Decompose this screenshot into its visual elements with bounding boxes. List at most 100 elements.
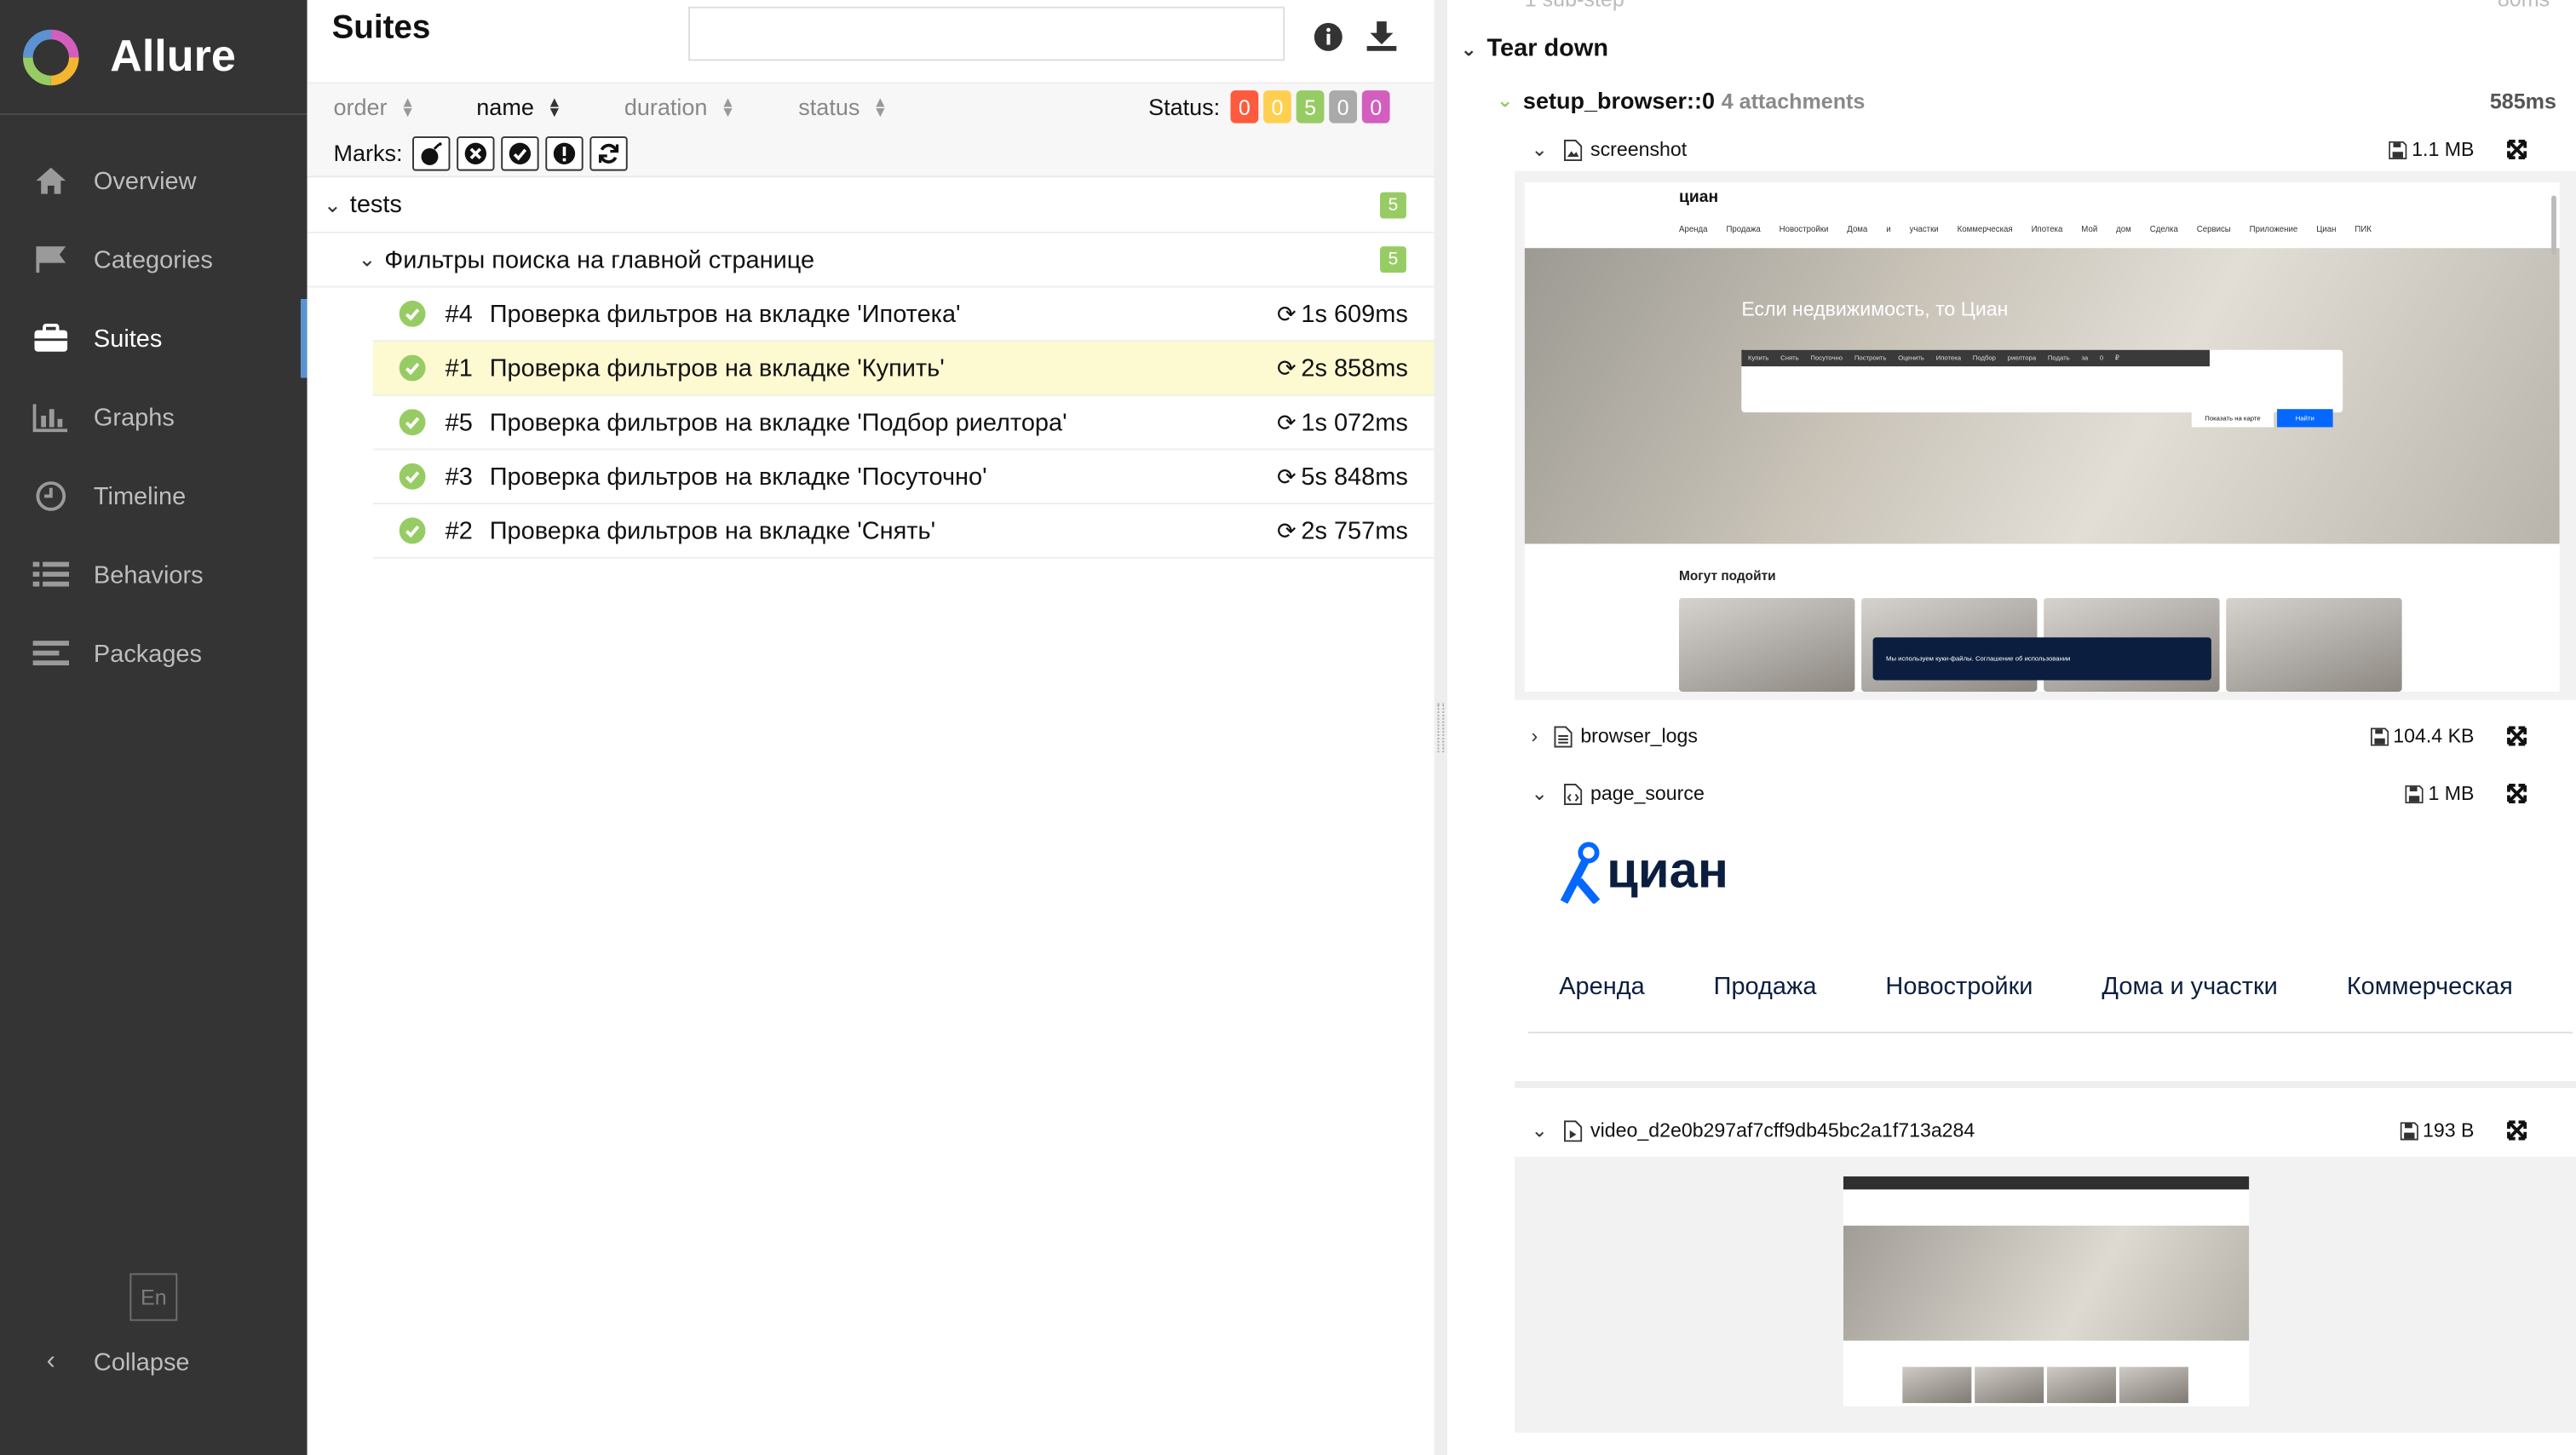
- status-failed-toggle[interactable]: 0: [1230, 90, 1259, 124]
- attachment-video[interactable]: ⌄ video_d2e0b297af7cff9db45bc2a1f713a284…: [1531, 1114, 2550, 1147]
- sidebar-item-label: Overview: [93, 166, 197, 195]
- teardown-label: Tear down: [1486, 34, 1609, 63]
- video-preview[interactable]: [1515, 1156, 2576, 1433]
- expand-icon[interactable]: [2507, 139, 2527, 160]
- chevron-down-icon: ⌄: [1496, 89, 1514, 112]
- tree-node-tests[interactable]: ⌄ tests 5: [307, 177, 1435, 233]
- search-input[interactable]: [688, 6, 1285, 61]
- listing-thumbnail: [1679, 598, 1855, 692]
- hero-tabs: Купить Снять Посуточно Построить Оценить…: [1741, 349, 2210, 367]
- sidebar-item-suites[interactable]: Suites: [0, 299, 308, 378]
- mark-new-broken-toggle[interactable]: [545, 136, 584, 171]
- test-number: #3: [445, 462, 473, 491]
- sidebar-item-graphs[interactable]: Graphs: [0, 378, 308, 457]
- expand-icon[interactable]: [2507, 783, 2527, 804]
- count-badge: 5: [1380, 191, 1406, 218]
- download-icon[interactable]: [1364, 18, 1400, 54]
- test-row[interactable]: #1 Проверка фильтров на вкладке 'Купить'…: [372, 342, 1435, 396]
- cian-logo: циан: [1679, 188, 1719, 208]
- sort-bar: order ▲ ▼ name ▲ ▼ duration ▲ ▼ status ▲ ▼ S…: [307, 82, 1435, 132]
- sidebar-item-packages[interactable]: Packages: [0, 614, 308, 693]
- test-duration: ⟳ 2s 757ms: [1277, 517, 1408, 545]
- screenshot-preview[interactable]: циан Аренда Продажа Новостройки Дома и у…: [1515, 170, 2576, 700]
- attachment-size: 1.1 MB: [2389, 138, 2474, 161]
- duration-value: 1s 609ms: [1301, 299, 1408, 328]
- test-row[interactable]: #2 Проверка фильтров на вкладке 'Снять' …: [372, 504, 1435, 559]
- video-player[interactable]: [1843, 1176, 2250, 1406]
- mark-flaky-toggle[interactable]: [412, 136, 451, 171]
- sidebar-item-timeline[interactable]: Timeline: [0, 457, 308, 536]
- collapse-label: Collapse: [93, 1348, 190, 1377]
- status-filter: 0 0 5 0 0: [1230, 90, 1390, 124]
- brand[interactable]: Allure: [0, 0, 308, 116]
- collapse-button[interactable]: ‹ Collapse: [33, 1341, 190, 1383]
- resize-handle[interactable]: [1437, 703, 1445, 753]
- test-name: Проверка фильтров на вкладке 'Снять': [489, 516, 936, 545]
- refresh-icon: [598, 143, 619, 164]
- chevron-down-icon: ⌄: [358, 246, 377, 272]
- test-row[interactable]: #3 Проверка фильтров на вкладке 'Посуточ…: [372, 450, 1435, 505]
- suites-pane: Suites order ▲ ▼ name ▲ ▼ duration ▲ ▼ stat…: [307, 0, 1435, 1455]
- sidebar-item-overview[interactable]: Overview: [0, 141, 308, 221]
- test-number: #5: [445, 408, 473, 437]
- bomb-icon: [421, 142, 442, 165]
- info-icon[interactable]: [1309, 18, 1345, 54]
- sidebar-item-categories[interactable]: Categories: [0, 220, 308, 299]
- teardown-section-toggle[interactable]: ⌄ Tear down: [1461, 35, 1609, 63]
- sort-order-button[interactable]: order ▲ ▼: [334, 94, 416, 120]
- language-button[interactable]: En: [129, 1273, 178, 1321]
- test-row[interactable]: #4 Проверка фильтров на вкладке 'Ипотека…: [372, 288, 1435, 342]
- chevron-right-icon: ›: [1531, 724, 1538, 748]
- sort-status-button[interactable]: status ▲ ▼: [798, 94, 888, 120]
- mark-new-failed-toggle[interactable]: [457, 136, 495, 171]
- test-number: #4: [445, 299, 473, 328]
- screenshot-image: циан Аренда Продажа Новостройки Дома и у…: [1524, 182, 2560, 692]
- status-skipped-toggle[interactable]: 0: [1329, 90, 1358, 124]
- video-frame-thumbnails: [1902, 1366, 2188, 1404]
- sidebar-item-behaviors[interactable]: Behaviors: [0, 536, 308, 615]
- mark-retries-toggle[interactable]: [589, 136, 628, 171]
- chevron-down-icon: ⌄: [1531, 138, 1548, 162]
- brand-name: Allure: [110, 31, 236, 81]
- expand-icon[interactable]: [2507, 726, 2527, 746]
- clock-icon: [33, 478, 69, 514]
- divider: [1527, 1032, 2573, 1034]
- nav-link: Дома и участки: [2102, 972, 2278, 1001]
- sidebar-item-label: Timeline: [93, 482, 187, 510]
- cian-wordmark: циан: [1607, 841, 1729, 899]
- status-passed-toggle[interactable]: 5: [1296, 90, 1325, 124]
- check-circle-icon: [509, 142, 532, 164]
- status-unknown-toggle[interactable]: 0: [1361, 90, 1390, 124]
- scrollbar[interactable]: [2551, 195, 2556, 255]
- chevron-down-icon: ⌄: [1460, 37, 1477, 60]
- align-left-icon: [32, 635, 70, 671]
- cookie-banner: Мы используем куки-файлы. Соглашение об …: [1872, 637, 2211, 681]
- attachment-name: screenshot: [1590, 138, 1688, 162]
- attachment-screenshot[interactable]: ⌄ screenshot 1.1 MB: [1531, 133, 2550, 166]
- sort-icon: ▲ ▼: [400, 93, 416, 120]
- cian-logo-icon: [1560, 842, 1601, 904]
- attachment-page-source[interactable]: ⌄ page_source 1 MB: [1531, 777, 2550, 810]
- retry-icon: ⟳: [1276, 354, 1297, 381]
- sort-label: duration: [624, 93, 708, 120]
- test-number: #2: [445, 516, 473, 545]
- bar-chart-icon: [32, 400, 69, 435]
- expand-icon[interactable]: [2507, 1120, 2527, 1141]
- test-name: Проверка фильтров на вкладке 'Подбор рие…: [489, 408, 1067, 437]
- nav-link: Продажа: [1713, 972, 1817, 1001]
- mark-new-passed-toggle[interactable]: [501, 136, 539, 171]
- tree-node-group[interactable]: ⌄ Фильтры поиска на главной странице 5: [307, 233, 1435, 288]
- attachments-count: 4 attachments: [1721, 88, 1866, 113]
- attachment-browser-logs[interactable]: › browser_logs 104.4 KB: [1531, 720, 2550, 753]
- page-source-preview[interactable]: циан Аренда Продажа Новостройки Дома и у…: [1515, 825, 2576, 1088]
- test-row[interactable]: #5 Проверка фильтров на вкладке 'Подбор …: [372, 396, 1435, 451]
- step-duration: 585ms: [2489, 88, 2556, 113]
- save-icon: [2405, 784, 2424, 803]
- status-broken-toggle[interactable]: 0: [1263, 90, 1291, 124]
- size-value: 1 MB: [2428, 782, 2475, 806]
- step-name: setup_browser::0: [1522, 87, 1716, 114]
- save-icon: [2399, 1121, 2418, 1140]
- sort-duration-button[interactable]: duration ▲ ▼: [624, 94, 735, 120]
- sort-name-button[interactable]: name ▲ ▼: [476, 94, 561, 120]
- setup-step-toggle[interactable]: ⌄ setup_browser::0 4 attachments 585ms: [1497, 87, 2556, 113]
